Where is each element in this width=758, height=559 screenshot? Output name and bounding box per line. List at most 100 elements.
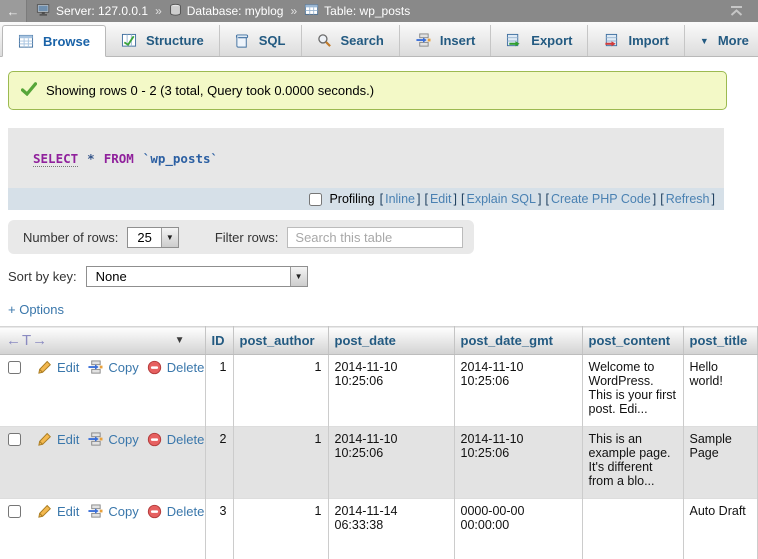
tab-structure[interactable]: Structure: [106, 25, 220, 56]
copy-icon: [87, 432, 103, 447]
structure-icon: [121, 33, 137, 48]
database-icon: [169, 3, 182, 20]
pencil-icon: [37, 504, 52, 519]
breadcrumb: Server: 127.0.0.1»Database: myblog»Table…: [27, 3, 410, 20]
column-header-post_date_gmt[interactable]: post_date_gmt: [454, 327, 582, 355]
header-actions-cell: ←T→ ▼: [0, 327, 205, 355]
copy-icon: [87, 360, 103, 375]
tab-export[interactable]: Export: [491, 25, 588, 56]
tab-browse[interactable]: Browse: [2, 25, 106, 57]
row-checkbox[interactable]: [8, 433, 21, 446]
tab-label: SQL: [259, 33, 286, 48]
delete-icon: [147, 432, 162, 447]
cell-post_title: Auto Draft: [683, 499, 758, 559]
sort-row: Sort by key: None ▼: [8, 266, 758, 287]
table-row: EditCopyDelete312014-11-14 06:33:380000-…: [0, 499, 758, 559]
query-action-link-explain-sql[interactable]: Explain SQL: [466, 192, 535, 206]
options-toggle-link[interactable]: + Options: [8, 302, 64, 317]
browse-icon: [18, 34, 34, 49]
back-button[interactable]: ←: [0, 0, 27, 22]
sql-token: FROM: [104, 151, 134, 166]
row-checkbox[interactable]: [8, 361, 21, 374]
cell-post_content: [582, 499, 683, 559]
tab-sql[interactable]: SQL: [220, 25, 302, 56]
insert-icon: [415, 33, 431, 48]
delete-row-link[interactable]: Delete: [167, 360, 205, 375]
column-header-post_date[interactable]: post_date: [328, 327, 454, 355]
sql-token: SELECT: [33, 151, 78, 167]
column-header-post_author[interactable]: post_author: [233, 327, 328, 355]
cell-post_date_gmt: 0000-00-00 00:00:00: [454, 499, 582, 559]
edit-row-link[interactable]: Edit: [57, 504, 79, 519]
breadcrumb-bar: ← Server: 127.0.0.1»Database: myblog»Tab…: [0, 0, 758, 22]
sql-token: `wp_posts`: [143, 151, 218, 166]
cell-post_author: 1: [233, 355, 328, 427]
cell-post_content: Welcome to WordPress. This is your first…: [582, 355, 683, 427]
delete-row-link[interactable]: Delete: [167, 504, 205, 519]
query-action-link-edit[interactable]: Edit: [430, 192, 452, 206]
row-checkbox[interactable]: [8, 505, 21, 518]
profiling-bar: Profiling [ Inline ][ Edit ][ Explain SQ…: [8, 188, 724, 210]
column-header-post_title[interactable]: post_title: [683, 327, 758, 355]
tab-label: Structure: [146, 33, 204, 48]
tab-label: More: [718, 33, 749, 48]
table-icon: [304, 3, 319, 20]
column-header-post_content[interactable]: post_content: [582, 327, 683, 355]
tab-more[interactable]: ▼ More: [685, 25, 758, 56]
edit-row-link[interactable]: Edit: [57, 432, 79, 447]
breadcrumb-item-label: Database: myblog: [187, 4, 284, 18]
edit-row-link[interactable]: Edit: [57, 360, 79, 375]
column-header-id[interactable]: ID: [205, 327, 233, 355]
tab-label: Insert: [440, 33, 475, 48]
row-actions-cell: Edit Copy Delete: [0, 355, 205, 427]
bracket: [: [543, 192, 550, 206]
status-message: Showing rows 0 - 2 (3 total, Query took …: [8, 71, 727, 110]
sort-indicator-icon[interactable]: ▼: [175, 335, 199, 346]
query-action-link-create-php-code[interactable]: Create PHP Code: [551, 192, 651, 206]
delete-row-link[interactable]: Delete: [167, 432, 205, 447]
bracket: ]: [651, 192, 658, 206]
copy-row-link[interactable]: Copy: [108, 504, 138, 519]
bracket: ]: [452, 192, 459, 206]
tab-bar: Browse Structure SQL Search Insert Export Impo…: [0, 22, 758, 57]
copy-row-link[interactable]: Copy: [108, 360, 138, 375]
cell-id: 3: [205, 499, 233, 559]
breadcrumb-item[interactable]: Table: wp_posts: [304, 3, 410, 20]
pencil-icon: [37, 360, 52, 375]
delete-icon: [147, 504, 162, 519]
row-actions-cell: Edit Copy Delete: [0, 427, 205, 499]
breadcrumb-item[interactable]: Database: myblog: [169, 3, 284, 20]
chevron-down-icon: ▼: [700, 36, 709, 46]
profiling-links: [ Inline ][ Edit ][ Explain SQL ][ Creat…: [378, 192, 717, 206]
status-message-text: Showing rows 0 - 2 (3 total, Query took …: [46, 83, 374, 98]
tab-label: Import: [628, 33, 668, 48]
query-action-link-refresh[interactable]: Refresh: [666, 192, 710, 206]
cell-id: 1: [205, 355, 233, 427]
collapse-panel-icon[interactable]: [729, 5, 744, 18]
export-icon: [506, 33, 522, 48]
tab-label: Search: [341, 33, 384, 48]
query-action-link-inline[interactable]: Inline: [385, 192, 415, 206]
table-body: EditCopyDelete112014-11-10 10:25:062014-…: [0, 355, 758, 559]
copy-row-link[interactable]: Copy: [108, 432, 138, 447]
chevron-down-icon: ▼: [290, 267, 307, 286]
number-of-rows-select[interactable]: 25 ▼: [127, 227, 178, 248]
cell-post_date: 2014-11-10 10:25:06: [328, 355, 454, 427]
sort-by-key-select[interactable]: None ▼: [86, 266, 308, 287]
tab-search[interactable]: Search: [302, 25, 400, 56]
breadcrumb-item[interactable]: Server: 127.0.0.1: [36, 3, 148, 20]
import-icon: [603, 33, 619, 48]
tab-label: Browse: [43, 34, 90, 49]
tab-import[interactable]: Import: [588, 25, 684, 56]
breadcrumb-separator: »: [154, 4, 163, 18]
filter-rows-input[interactable]: [287, 227, 463, 248]
profiling-checkbox[interactable]: [309, 193, 322, 206]
tab-insert[interactable]: Insert: [400, 25, 491, 56]
bracket: ]: [710, 192, 717, 206]
cell-post_content: This is an example page. It's different …: [582, 427, 683, 499]
row-options-panel: Number of rows: 25 ▼ Filter rows:: [8, 220, 474, 254]
vertical-headers-toggle-icon[interactable]: ←T→: [6, 332, 48, 349]
table-row: EditCopyDelete212014-11-10 10:25:062014-…: [0, 427, 758, 499]
cell-post_author: 1: [233, 499, 328, 559]
cell-post_author: 1: [233, 427, 328, 499]
